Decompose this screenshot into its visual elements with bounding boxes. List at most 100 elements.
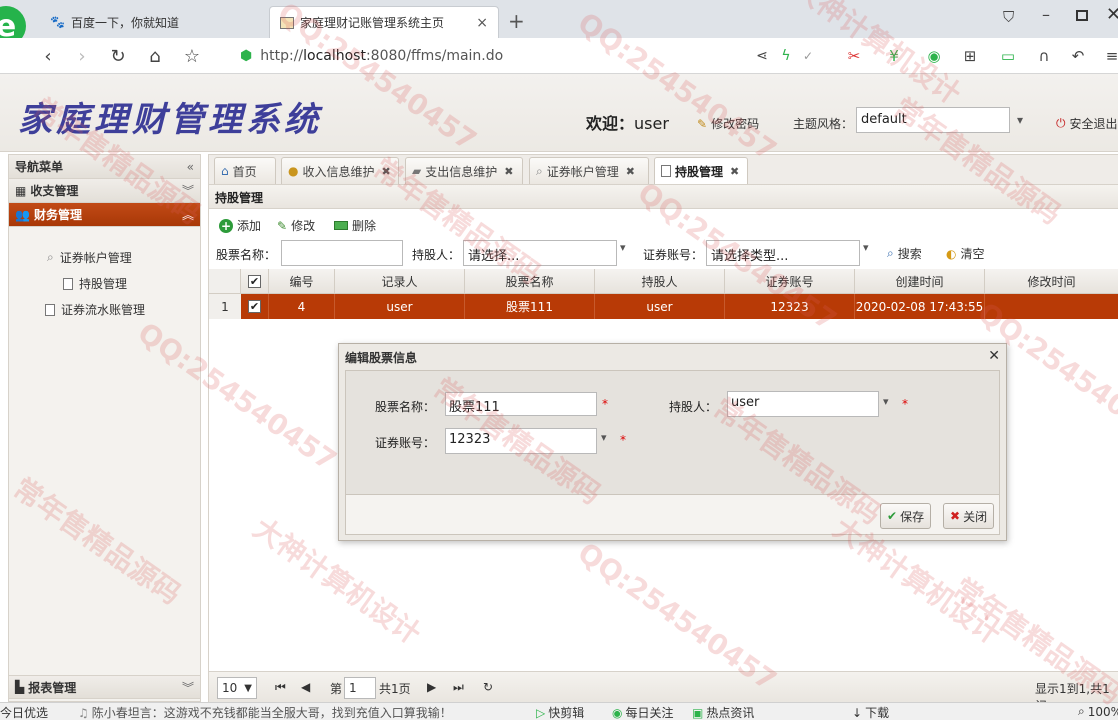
table-cell[interactable]: 2020-02-08 17:43:55 bbox=[855, 294, 985, 319]
check-icon[interactable]: ✔ bbox=[248, 274, 261, 288]
delete-button[interactable]: 删除 bbox=[334, 217, 376, 234]
dialog-stock-name-input[interactable]: 股票111 bbox=[445, 392, 597, 416]
table-header[interactable]: 创建时间 bbox=[855, 269, 985, 294]
menu-icon[interactable]: ≡ bbox=[1100, 44, 1118, 68]
tab-securities-account[interactable]: ⌕ 证券帐户管理 ✖ bbox=[529, 157, 649, 184]
status-today-picks[interactable]: 今日优选 bbox=[0, 704, 48, 721]
sidebar-item-holdings[interactable]: 持股管理 bbox=[63, 275, 127, 292]
chevron-down-icon[interactable]: ▾ bbox=[601, 431, 607, 444]
chevron-down-icon[interactable]: ▾ bbox=[1010, 107, 1030, 133]
reload-icon[interactable]: ↻ bbox=[106, 44, 130, 68]
table-row-checkbox[interactable]: ✔ bbox=[241, 294, 269, 319]
dialog-holder-select[interactable]: user bbox=[727, 391, 879, 417]
scissors-icon[interactable]: ✂ bbox=[842, 44, 866, 68]
holder-search-select[interactable]: 请选择... bbox=[463, 240, 617, 266]
table-cell[interactable]: 12323 bbox=[725, 294, 855, 319]
browser-tab-baidu[interactable]: 🐾 百度一下，你就知道 bbox=[40, 6, 265, 38]
edit-button[interactable]: ✎ 修改 bbox=[277, 217, 315, 234]
prev-page-icon[interactable]: ◀ bbox=[301, 680, 310, 694]
status-daily[interactable]: ◉ 每日关注 bbox=[612, 704, 674, 721]
table-cell[interactable]: 股票111 bbox=[465, 294, 595, 319]
table-header[interactable]: 股票名称 bbox=[465, 269, 595, 294]
sidebar-item-securities-flow[interactable]: 证券流水账管理 bbox=[45, 301, 145, 318]
close-icon[interactable]: ✖ bbox=[504, 165, 513, 178]
logout-link[interactable]: ⏻ 安全退出 bbox=[1056, 115, 1118, 132]
maximize-button[interactable] bbox=[1076, 10, 1088, 21]
table-header[interactable]: 持股人 bbox=[595, 269, 725, 294]
table-header[interactable]: 编号 bbox=[269, 269, 335, 294]
page-number-input[interactable]: 1 bbox=[344, 677, 376, 699]
first-page-icon[interactable]: ⏮ bbox=[275, 680, 286, 695]
chevron-down-icon[interactable]: ✓ bbox=[796, 44, 820, 68]
table-cell[interactable] bbox=[985, 294, 1118, 319]
save-button[interactable]: ✔ 保存 bbox=[880, 503, 932, 529]
table-header[interactable]: 证券账号 bbox=[725, 269, 855, 294]
close-icon[interactable]: ✖ bbox=[626, 165, 635, 178]
table-cell[interactable]: 4 bbox=[269, 294, 335, 319]
refresh-icon[interactable]: ↻ bbox=[483, 680, 493, 694]
status-clip[interactable]: ▷ 快剪辑 bbox=[536, 704, 584, 721]
close-icon[interactable]: ✖ bbox=[382, 165, 391, 178]
search-button[interactable]: ⌕ 搜索 bbox=[887, 245, 922, 262]
status-download[interactable]: ↓ 下载 bbox=[852, 704, 889, 721]
minus-icon bbox=[334, 221, 348, 230]
sidebar-group-label: 报表管理 bbox=[28, 680, 77, 695]
status-zoom[interactable]: ⌕ 100% bbox=[1078, 704, 1118, 719]
table-header-checkbox[interactable]: ✔ bbox=[241, 269, 269, 294]
back-icon[interactable]: ‹ bbox=[36, 44, 60, 68]
chevron-down-icon[interactable]: ▾ bbox=[620, 241, 626, 254]
status-news-ticker[interactable]: ♫ 陈小春坦言：这游戏不充钱都能当全服大哥，找到充值入口算我输！ bbox=[78, 704, 452, 721]
undo-icon[interactable]: ↶ bbox=[1066, 44, 1090, 68]
check-icon[interactable]: ✔ bbox=[248, 300, 261, 313]
home-icon[interactable]: ⌂ bbox=[143, 44, 167, 68]
new-tab-button[interactable]: + bbox=[508, 9, 525, 33]
sidebar-group-finance[interactable]: 👥 财务管理 ︽ bbox=[9, 203, 200, 227]
sidebar-item-label: 证券流水账管理 bbox=[61, 303, 146, 317]
clear-button[interactable]: ◐ 清空 bbox=[946, 245, 985, 262]
table-header[interactable]: 记录人 bbox=[335, 269, 465, 294]
sidebar-group-income[interactable]: ▦ 收支管理 ︾ bbox=[9, 179, 200, 203]
headphones-icon[interactable]: ∩ bbox=[1032, 44, 1056, 68]
collapse-left-icon[interactable]: « bbox=[187, 160, 194, 174]
lightning-icon[interactable]: ϟ bbox=[774, 44, 798, 68]
tab-holdings[interactable]: 持股管理 ✖ bbox=[654, 157, 748, 184]
minimize-button[interactable]: – bbox=[1042, 5, 1050, 24]
page-size-select[interactable]: 10 ▼ bbox=[217, 677, 257, 699]
close-icon[interactable]: ✖ bbox=[730, 165, 739, 178]
browser-tab-ffms[interactable]: 家庭理财记账管理系统主页 × bbox=[269, 6, 499, 38]
close-button[interactable]: ✖ 关闭 bbox=[943, 503, 995, 529]
money-icon[interactable]: ¥ bbox=[882, 44, 906, 68]
table-cell[interactable]: user bbox=[595, 294, 725, 319]
address-bar[interactable]: ⬢ http:// localhost :8080/ffms/main.do bbox=[240, 43, 740, 69]
tab-income[interactable]: ● 收入信息维护 ✖ bbox=[281, 157, 399, 184]
table-cell[interactable]: user bbox=[335, 294, 465, 319]
shield-green-icon[interactable]: ◉ bbox=[922, 44, 946, 68]
status-hot[interactable]: ▣ 热点资讯 bbox=[692, 704, 754, 721]
dialog-account-select[interactable]: 12323 bbox=[445, 428, 597, 454]
star-icon[interactable]: ☆ bbox=[180, 44, 204, 68]
last-page-icon[interactable]: ⏭ bbox=[453, 680, 464, 695]
sidebar-item-securities-account[interactable]: ⌕ 证券帐户管理 bbox=[47, 249, 132, 266]
account-search-select[interactable]: 请选择类型... bbox=[706, 240, 860, 266]
share-icon[interactable]: ⋖ bbox=[750, 44, 774, 68]
apps-icon[interactable]: ⊞ bbox=[958, 44, 982, 68]
close-icon[interactable]: × bbox=[476, 15, 488, 31]
next-page-icon[interactable]: ▶ bbox=[427, 680, 436, 694]
close-window-button[interactable]: ✕ bbox=[1106, 4, 1118, 25]
shirt-icon[interactable]: ⛉ bbox=[1003, 8, 1014, 26]
tab-expense[interactable]: ▰ 支出信息维护 ✖ bbox=[405, 157, 523, 184]
change-password-link[interactable]: ✎ 修改密码 bbox=[697, 115, 759, 132]
forward-icon[interactable]: › bbox=[70, 44, 94, 68]
doc-icon bbox=[661, 165, 671, 177]
tab-home[interactable]: ⌂ 首页 bbox=[214, 157, 276, 184]
chevron-down-icon[interactable]: ▾ bbox=[883, 395, 889, 408]
close-icon[interactable]: ✕ bbox=[988, 348, 1000, 364]
add-button[interactable]: + 添加 bbox=[219, 217, 261, 234]
browser-status-bar: 今日优选 ♫ 陈小春坦言：这游戏不充钱都能当全服大哥，找到充值入口算我输！ ▷ … bbox=[0, 702, 1118, 720]
table-header[interactable]: 修改时间 bbox=[985, 269, 1118, 294]
stock-name-search-input[interactable] bbox=[281, 240, 403, 266]
chevron-down-icon[interactable]: ▾ bbox=[863, 241, 869, 254]
sidebar-group-report[interactable]: ▙ 报表管理 ︾ bbox=[9, 675, 200, 699]
battery-icon[interactable]: ▭ bbox=[996, 44, 1020, 68]
theme-select[interactable]: default bbox=[856, 107, 1010, 133]
